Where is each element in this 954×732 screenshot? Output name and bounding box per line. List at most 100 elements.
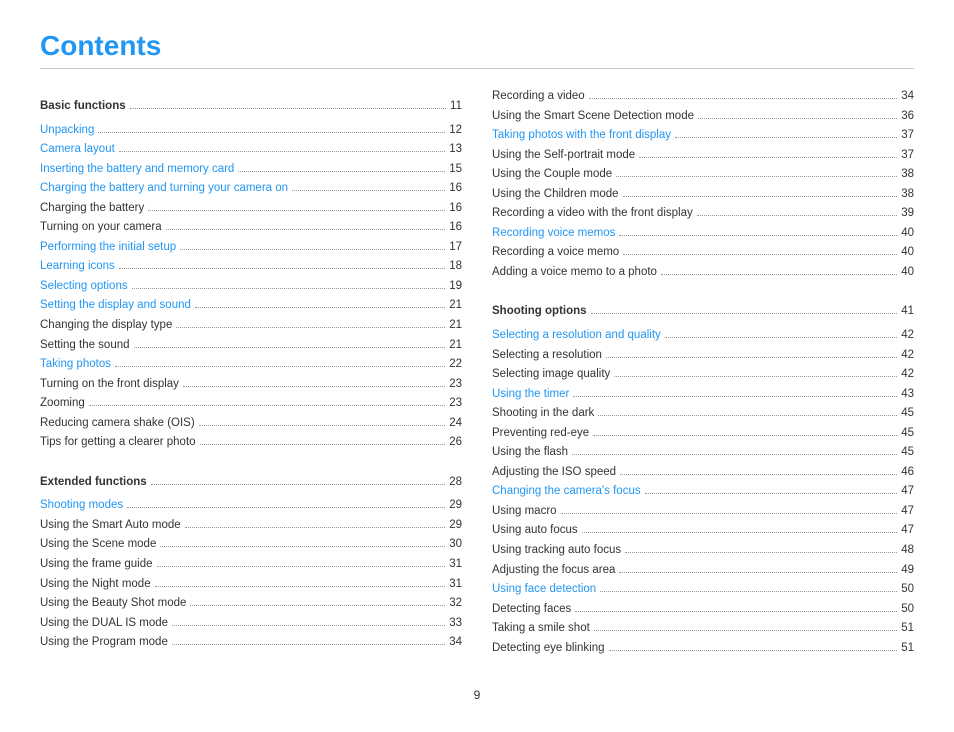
toc-entry-label: Using the Night mode bbox=[40, 575, 151, 595]
toc-page-number: 22 bbox=[449, 355, 462, 375]
toc-entry-label: Using the DUAL IS mode bbox=[40, 614, 168, 634]
dot-leader bbox=[292, 190, 445, 191]
toc-page-number: 15 bbox=[449, 160, 462, 180]
toc-entry: Taking photos with the front display37 bbox=[492, 126, 914, 146]
toc-page-number: 42 bbox=[901, 346, 914, 366]
toc-entry-label: Using the Smart Scene Detection mode bbox=[492, 107, 694, 127]
page-number: 11 bbox=[450, 97, 462, 117]
toc-entry-label: Using the frame guide bbox=[40, 555, 153, 575]
toc-entry-label: Setting the display and sound bbox=[40, 296, 191, 316]
toc-page-number: 45 bbox=[901, 424, 914, 444]
toc-page-number: 47 bbox=[901, 502, 914, 522]
toc-page-number: 47 bbox=[901, 482, 914, 502]
toc-entry: Selecting image quality42 bbox=[492, 365, 914, 385]
toc-page-number: 38 bbox=[901, 165, 914, 185]
dot-leader bbox=[697, 215, 897, 216]
dot-leader bbox=[185, 527, 446, 528]
toc-entry-label: Inserting the battery and memory card bbox=[40, 160, 234, 180]
dot-leader bbox=[619, 235, 897, 236]
toc-entry: Adjusting the ISO speed46 bbox=[492, 463, 914, 483]
page-number: 9 bbox=[474, 688, 481, 702]
toc-page-number: 36 bbox=[901, 107, 914, 127]
toc-entry: Performing the initial setup17 bbox=[40, 238, 462, 258]
dot-leader bbox=[561, 513, 898, 514]
toc-entry: Using auto focus47 bbox=[492, 521, 914, 541]
page-number: 41 bbox=[901, 302, 914, 322]
toc-page-number: 29 bbox=[449, 516, 462, 536]
dot-leader bbox=[572, 454, 897, 455]
toc-entry: Using the DUAL IS mode33 bbox=[40, 614, 462, 634]
toc-page-number: 40 bbox=[901, 243, 914, 263]
toc-entry-label: Using macro bbox=[492, 502, 557, 522]
dot-leader bbox=[176, 327, 445, 328]
dot-leader bbox=[199, 425, 446, 426]
toc-entry: Selecting options19 bbox=[40, 277, 462, 297]
toc-section: Extended functions28Shooting modes29Usin… bbox=[40, 463, 462, 653]
toc-entry-label: Selecting a resolution bbox=[492, 346, 602, 366]
dot-leader bbox=[172, 625, 445, 626]
toc-page-number: 34 bbox=[449, 633, 462, 653]
toc-entry: Recording a video 34 bbox=[492, 87, 914, 107]
toc-page-number: 21 bbox=[449, 336, 462, 356]
toc-entry: Reducing camera shake (OIS)24 bbox=[40, 414, 462, 434]
toc-page-number: 12 bbox=[449, 121, 462, 141]
dot-leader bbox=[594, 630, 897, 631]
dot-leader bbox=[675, 137, 897, 138]
toc-entry: Using the Beauty Shot mode32 bbox=[40, 594, 462, 614]
toc-entry-label: Unpacking bbox=[40, 121, 94, 141]
toc-page-number: 39 bbox=[901, 204, 914, 224]
dot-leader bbox=[573, 396, 897, 397]
section-title: Extended functions bbox=[40, 473, 147, 493]
dot-leader bbox=[98, 132, 445, 133]
dot-leader bbox=[665, 337, 897, 338]
toc-entry-label: Selecting options bbox=[40, 277, 128, 297]
dot-leader bbox=[127, 507, 445, 508]
toc-entry-label: Selecting a resolution and quality bbox=[492, 326, 661, 346]
section-title: Basic functions bbox=[40, 97, 126, 117]
toc-entry-label: Adding a voice memo to a photo bbox=[492, 263, 657, 283]
dot-leader bbox=[619, 572, 897, 573]
toc-entry: Turning on your camera16 bbox=[40, 218, 462, 238]
dot-leader bbox=[134, 347, 446, 348]
toc-page-number: 32 bbox=[449, 594, 462, 614]
toc-page-number: 45 bbox=[901, 443, 914, 463]
toc-section: Recording a video34Using the Smart Scene… bbox=[492, 87, 914, 282]
dot-leader bbox=[89, 405, 445, 406]
toc-page-number: 42 bbox=[901, 365, 914, 385]
toc-entry-label: Recording a video with the front display bbox=[492, 204, 693, 224]
toc-page-number: 13 bbox=[449, 140, 462, 160]
toc-columns: Basic functions11Unpacking12Camera layou… bbox=[40, 87, 914, 668]
toc-page-number: 23 bbox=[449, 394, 462, 414]
toc-entry: Using face detection50 bbox=[492, 580, 914, 600]
toc-entry-label: Using the Self-portrait mode bbox=[492, 146, 635, 166]
toc-entry-label: Learning icons bbox=[40, 257, 115, 277]
toc-page-number: 16 bbox=[449, 199, 462, 219]
toc-entry: Recording a voice memo40 bbox=[492, 243, 914, 263]
toc-entry: Setting the display and sound21 bbox=[40, 296, 462, 316]
toc-page-number: 24 bbox=[449, 414, 462, 434]
toc-entry: Selecting a resolution 42 bbox=[492, 346, 914, 366]
dot-leader bbox=[698, 118, 897, 119]
toc-entry-label: Using the Scene mode bbox=[40, 535, 156, 555]
toc-entry-label: Taking photos with the front display bbox=[492, 126, 671, 146]
toc-page-number: 34 bbox=[901, 87, 914, 107]
toc-entry: Using macro 47 bbox=[492, 502, 914, 522]
toc-page-number: 17 bbox=[449, 238, 462, 258]
toc-entry-label: Recording a video bbox=[492, 87, 585, 107]
toc-page-number: 50 bbox=[901, 580, 914, 600]
dot-leader bbox=[609, 650, 898, 651]
page-title: Contents bbox=[40, 30, 914, 62]
toc-entry-label: Charging the battery bbox=[40, 199, 144, 219]
toc-page-number: 23 bbox=[449, 375, 462, 395]
toc-entry: Recording a video with the front display… bbox=[492, 204, 914, 224]
toc-entry: Detecting eye blinking51 bbox=[492, 639, 914, 659]
dot-leader bbox=[625, 552, 897, 553]
dot-leader bbox=[115, 366, 445, 367]
toc-entry: Using the Smart Scene Detection mode 36 bbox=[492, 107, 914, 127]
dot-leader bbox=[623, 254, 897, 255]
toc-entry: Inserting the battery and memory card 15 bbox=[40, 160, 462, 180]
toc-entry: Using the timer43 bbox=[492, 385, 914, 405]
toc-entry: Using the flash45 bbox=[492, 443, 914, 463]
dot-leader bbox=[119, 151, 445, 152]
toc-entry-label: Shooting modes bbox=[40, 496, 123, 516]
